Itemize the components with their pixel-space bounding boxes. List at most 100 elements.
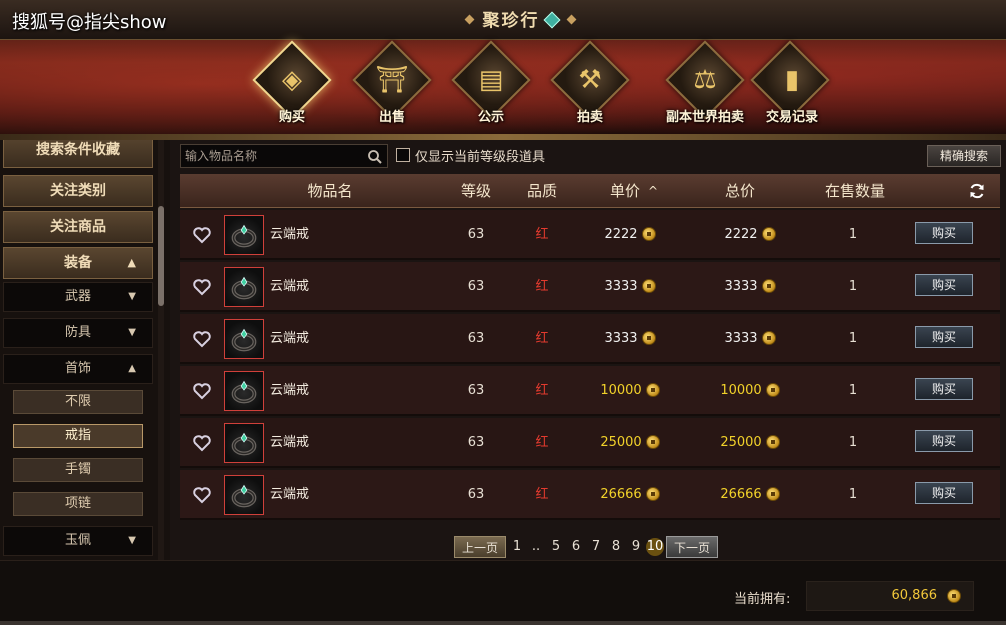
buy-button[interactable]: 购买 xyxy=(915,274,973,296)
tab-buy-label: 购买 xyxy=(278,110,305,125)
item-quantity: 1 xyxy=(848,279,858,294)
item-quality: 红 xyxy=(535,331,549,346)
sidebar-scrollbar-track[interactable] xyxy=(158,140,164,560)
sidebar-leaf-bracelet[interactable]: 手镯 xyxy=(13,458,143,482)
page-ellipsis: .. xyxy=(531,539,541,554)
search-input[interactable] xyxy=(185,147,365,165)
favorite-heart-icon[interactable] xyxy=(192,486,212,504)
tab-public[interactable]: ▤ 公示 xyxy=(451,40,531,132)
sidebar-scrollbar-thumb[interactable] xyxy=(158,206,164,306)
table-row[interactable]: 云端戒 63 红 3333 3333 1 购买 xyxy=(180,314,1000,364)
buy-button[interactable]: 购买 xyxy=(915,222,973,244)
unit-price: 26666 xyxy=(580,470,680,520)
sidebar-leaf-any[interactable]: 不限 xyxy=(13,390,143,414)
sidebar-armor[interactable]: 防具 ▼ xyxy=(3,318,153,348)
sidebar-weapons[interactable]: 武器 ▼ xyxy=(3,282,153,312)
item-name: 云端戒 xyxy=(270,383,310,398)
page-link[interactable]: 7 xyxy=(588,536,604,558)
level-filter-checkbox[interactable] xyxy=(396,148,410,162)
table-row[interactable]: 云端戒 63 红 3333 3333 1 购买 xyxy=(180,262,1000,312)
total-price-value: 2222 xyxy=(724,227,758,242)
header-unit-price[interactable]: 单价 xyxy=(600,174,650,208)
tab-sell[interactable]: ⛩ 出售 xyxy=(352,40,432,132)
sidebar-equipment[interactable]: 装备 ▲ xyxy=(3,247,153,279)
owned-currency-box: 60,866 xyxy=(806,581,974,611)
chevron-up-icon: ▲ xyxy=(128,363,136,374)
buy-button[interactable]: 购买 xyxy=(915,326,973,348)
coin-icon xyxy=(645,486,660,501)
item-quality: 红 xyxy=(535,435,549,450)
prev-page-button[interactable]: 上一页 xyxy=(454,536,506,558)
ring-item-icon[interactable] xyxy=(224,475,264,515)
search-icon[interactable] xyxy=(367,149,383,165)
tab-sell-label: 出售 xyxy=(378,110,405,125)
header-name[interactable]: 物品名 xyxy=(280,174,380,208)
next-page-button[interactable]: 下一页 xyxy=(666,536,718,558)
page-link[interactable]: 6 xyxy=(568,536,584,558)
gavel-icon: ⚒ xyxy=(578,65,602,95)
total-price: 26666 xyxy=(690,470,810,520)
exact-search-button[interactable]: 精确搜索 xyxy=(927,145,1001,167)
total-price: 3333 xyxy=(690,314,810,364)
sidebar-followed-items[interactable]: 关注商品 xyxy=(3,211,153,243)
ring-item-icon[interactable] xyxy=(224,319,264,359)
item-level: 63 xyxy=(467,331,485,346)
tab-world-auction[interactable]: ⚖ 副本世界拍卖 xyxy=(650,40,760,132)
tab-auction[interactable]: ⚒ 拍卖 xyxy=(550,40,630,132)
tab-auction-label: 拍卖 xyxy=(576,110,603,125)
page-current[interactable]: 10 xyxy=(646,538,664,556)
item-level: 63 xyxy=(467,383,485,398)
favorite-heart-icon[interactable] xyxy=(192,226,212,244)
page-link[interactable]: 5 xyxy=(548,536,564,558)
header-level[interactable]: 等级 xyxy=(450,174,502,208)
sidebar-accessories[interactable]: 首饰 ▲ xyxy=(3,354,153,384)
item-quantity: 1 xyxy=(848,435,858,450)
tab-records[interactable]: ▮ 交易记录 xyxy=(750,40,834,132)
header-quantity[interactable]: 在售数量 xyxy=(810,174,900,208)
item-name: 云端戒 xyxy=(270,331,310,346)
sidebar-jade[interactable]: 玉佩 ▼ xyxy=(3,526,153,556)
ring-item-icon[interactable] xyxy=(224,267,264,307)
favorite-heart-icon[interactable] xyxy=(192,330,212,348)
coin-icon xyxy=(765,434,780,449)
total-price-value: 3333 xyxy=(724,331,758,346)
ring-item-icon[interactable] xyxy=(224,371,264,411)
buy-button[interactable]: 购买 xyxy=(915,378,973,400)
table-row[interactable]: 云端戒 63 红 10000 10000 1 购买 xyxy=(180,366,1000,416)
coin-icon xyxy=(765,486,780,501)
page-link[interactable]: 9 xyxy=(628,536,644,558)
header-total-price[interactable]: 总价 xyxy=(710,174,770,208)
header-quality[interactable]: 品质 xyxy=(516,174,568,208)
favorite-heart-icon[interactable] xyxy=(192,434,212,452)
table-row[interactable]: 云端戒 63 红 25000 25000 1 购买 xyxy=(180,418,1000,468)
coin-icon xyxy=(645,382,660,397)
title-bar: 搜狐号@指尖show 聚珍行 xyxy=(0,0,1006,40)
unit-price: 2222 xyxy=(580,210,680,260)
sidebar-saved-search[interactable]: 搜索条件收藏 xyxy=(3,140,153,168)
table-row[interactable]: 云端戒 63 红 26666 26666 1 购买 xyxy=(180,470,1000,520)
sidebar-followed-categories[interactable]: 关注类别 xyxy=(3,175,153,207)
favorite-heart-icon[interactable] xyxy=(192,382,212,400)
total-price-value: 25000 xyxy=(720,435,762,450)
item-quantity: 1 xyxy=(848,331,858,346)
page-link[interactable]: 1 xyxy=(510,536,524,558)
chevron-down-icon: ▼ xyxy=(128,535,136,546)
item-quality: 红 xyxy=(535,487,549,502)
page-link[interactable]: 8 xyxy=(608,536,624,558)
sidebar-leaf-necklace[interactable]: 项链 xyxy=(13,492,143,516)
ring-item-icon[interactable] xyxy=(224,423,264,463)
sidebar-item-label: 武器 xyxy=(64,289,91,304)
sidebar-item-label: 关注商品 xyxy=(50,219,106,235)
sidebar-leaf-ring[interactable]: 戒指 xyxy=(13,424,143,448)
gem-icon xyxy=(543,11,560,29)
ring-item-icon[interactable] xyxy=(224,215,264,255)
buy-button[interactable]: 购买 xyxy=(915,430,973,452)
buy-button[interactable]: 购买 xyxy=(915,482,973,504)
sidebar-item-label: 戒指 xyxy=(64,428,91,443)
favorite-heart-icon[interactable] xyxy=(192,278,212,296)
refresh-icon[interactable] xyxy=(968,182,986,200)
coin-icon xyxy=(761,226,776,241)
coin-icon xyxy=(947,589,961,603)
table-row[interactable]: 云端戒 63 红 2222 2222 1 购买 xyxy=(180,210,1000,260)
tab-buy[interactable]: ◈ 购买 xyxy=(252,40,332,132)
